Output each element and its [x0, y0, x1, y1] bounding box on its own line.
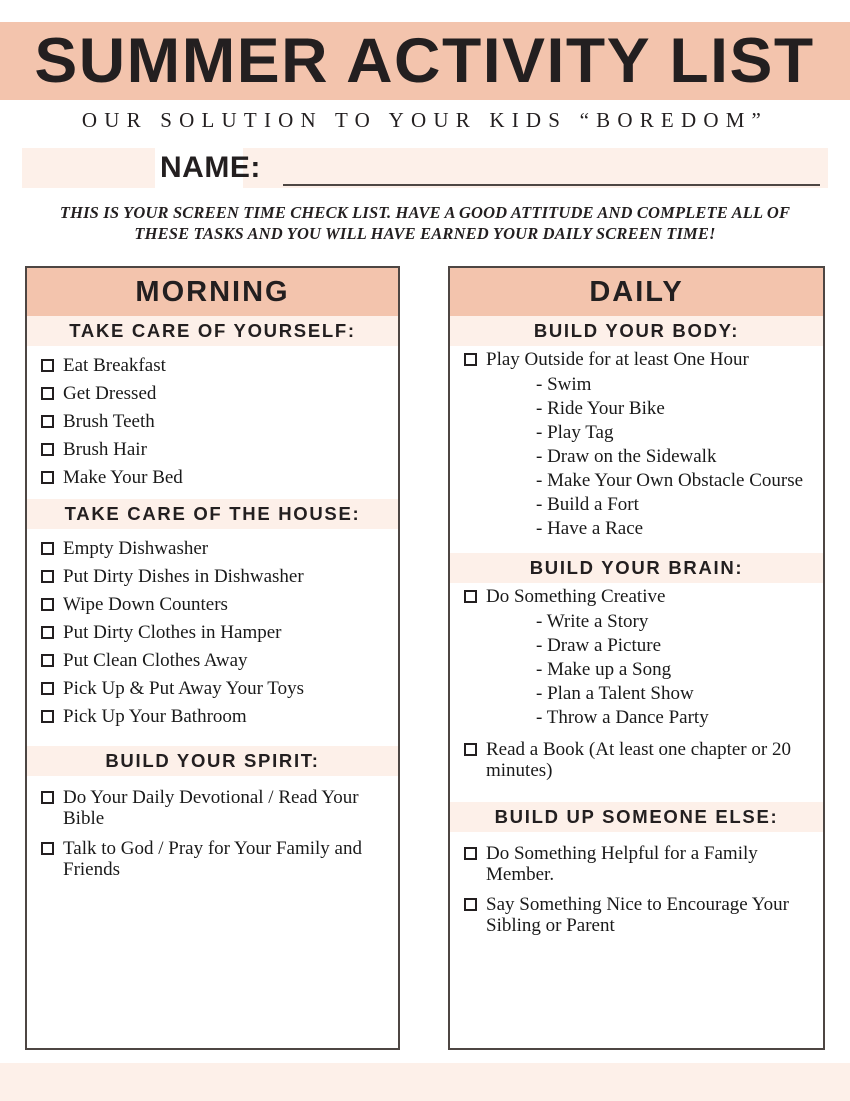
- checklist-subitem: - Write a Story: [536, 611, 649, 632]
- instructions-text: THIS IS YOUR SCREEN TIME CHECK LIST. HAV…: [59, 203, 791, 243]
- checklist-item[interactable]: Put Dirty Clothes in Hamper: [41, 622, 390, 643]
- checkbox-icon[interactable]: [41, 842, 54, 855]
- checklist-item-label: Brush Teeth: [63, 411, 155, 432]
- checklist-item-label: Read a Book (At least one chapter or 20 …: [486, 739, 791, 781]
- checklist-item-label: Say Something Nice to Encourage Your Sib…: [486, 894, 789, 936]
- checkbox-icon[interactable]: [41, 570, 54, 583]
- section-heading-build-your-body: BUILD YOUR BODY:: [450, 316, 823, 346]
- column-header-morning: MORNING: [27, 268, 398, 316]
- checkbox-icon[interactable]: [41, 598, 54, 611]
- checkbox-icon[interactable]: [41, 710, 54, 723]
- checklist-item[interactable]: Do Something Creative: [464, 586, 815, 607]
- section-items-build-up-someone-else: Do Something Helpful for a Family Member…: [450, 832, 823, 949]
- checklist-subitem: - Make up a Song: [536, 659, 672, 680]
- page-subtitle: OUR SOLUTION TO YOUR KIDS “BOREDOM”: [81, 108, 769, 132]
- checkbox-icon[interactable]: [41, 682, 54, 695]
- checkbox-icon[interactable]: [41, 542, 54, 555]
- checklist-item-label: Empty Dishwasher: [63, 538, 209, 559]
- column-body: TAKE CARE OF YOURSELF: Eat Breakfast Get…: [27, 316, 398, 893]
- checklist-item-label: Wipe Down Counters: [63, 594, 228, 615]
- checklist-item-label: Brush Hair: [63, 439, 147, 460]
- checkbox-icon[interactable]: [41, 654, 54, 667]
- checklist-subitem: - Play Tag: [536, 422, 614, 443]
- section-items-build-your-body: Play Outside for at least One Hour - Swi…: [450, 349, 823, 545]
- checklist-item[interactable]: Get Dressed: [41, 383, 390, 404]
- checklist-item[interactable]: Pick Up Your Bathroom: [41, 706, 390, 727]
- section-items-build-your-brain: Do Something Creative - Write a Story - …: [450, 586, 823, 794]
- page-title: SUMMER ACTIVITY LIST: [34, 25, 816, 96]
- checklist-item-label: Put Dirty Clothes in Hamper: [63, 622, 282, 643]
- section-items-take-care-of-the-house: Empty Dishwasher Put Dirty Dishes in Dis…: [27, 529, 398, 738]
- name-input-line[interactable]: [283, 184, 820, 186]
- checklist-item-label: Do Your Daily Devotional / Read Your Bib…: [63, 787, 359, 829]
- checklist-item[interactable]: Do Something Helpful for a Family Member…: [464, 843, 815, 885]
- checklist-item-label: Play Outside for at least One Hour: [486, 349, 749, 370]
- checkbox-icon[interactable]: [464, 353, 477, 366]
- column-morning: MORNING TAKE CARE OF YOURSELF: Eat Break…: [25, 266, 400, 1050]
- checklist-item[interactable]: Talk to God / Pray for Your Family and F…: [41, 838, 390, 880]
- checkbox-icon[interactable]: [41, 443, 54, 456]
- checklist-subitem: - Throw a Dance Party: [536, 707, 709, 728]
- checklist-item[interactable]: Brush Teeth: [41, 411, 390, 432]
- checklist-item-label: Put Clean Clothes Away: [63, 650, 248, 671]
- checkbox-icon[interactable]: [464, 590, 477, 603]
- column-title: MORNING: [135, 275, 290, 308]
- name-label: NAME:: [160, 151, 261, 184]
- checklist-subitem: - Ride Your Bike: [536, 398, 665, 419]
- checklist-item-label: Pick Up & Put Away Your Toys: [63, 678, 304, 699]
- column-title: DAILY: [589, 275, 684, 308]
- checklist-item-label: Put Dirty Dishes in Dishwasher: [63, 566, 304, 587]
- checklist-item-label: Get Dressed: [63, 383, 157, 404]
- checklist-subitem: - Plan a Talent Show: [536, 683, 694, 704]
- checklist-item-label: Talk to God / Pray for Your Family and F…: [63, 838, 362, 880]
- checklist-item-label: Pick Up Your Bathroom: [63, 706, 247, 727]
- footer-band: [0, 1063, 850, 1101]
- checklist-subitem: - Draw on the Sidewalk: [536, 446, 717, 467]
- checklist-item[interactable]: Do Your Daily Devotional / Read Your Bib…: [41, 787, 390, 829]
- checklist-item[interactable]: Read a Book (At least one chapter or 20 …: [464, 739, 815, 781]
- checklist-item[interactable]: Put Dirty Dishes in Dishwasher: [41, 566, 390, 587]
- checkbox-icon[interactable]: [41, 387, 54, 400]
- column-daily: DAILY BUILD YOUR BODY: Play Outside for …: [448, 266, 825, 1050]
- checkbox-icon[interactable]: [41, 359, 54, 372]
- checkbox-icon[interactable]: [464, 898, 477, 911]
- checklist-item[interactable]: Say Something Nice to Encourage Your Sib…: [464, 894, 815, 936]
- section-heading-build-your-spirit: BUILD YOUR SPIRIT:: [27, 746, 398, 776]
- checklist-item-label: Do Something Helpful for a Family Member…: [486, 843, 758, 885]
- column-header-daily: DAILY: [450, 268, 823, 316]
- checklist-item[interactable]: Eat Breakfast: [41, 355, 390, 376]
- checklist-subitem: - Make Your Own Obstacle Course: [536, 470, 804, 491]
- checklist-item-label: Do Something Creative: [486, 586, 666, 607]
- checklist-subitem: - Have a Race: [536, 518, 644, 539]
- checklist-item[interactable]: Brush Hair: [41, 439, 390, 460]
- section-items-build-your-spirit: Do Your Daily Devotional / Read Your Bib…: [27, 776, 398, 893]
- worksheet-page: SUMMER ACTIVITY LIST OUR SOLUTION TO YOU…: [0, 0, 850, 1101]
- title-band: SUMMER ACTIVITY LIST: [0, 22, 850, 100]
- checklist-item[interactable]: Wipe Down Counters: [41, 594, 390, 615]
- checkbox-icon[interactable]: [464, 847, 477, 860]
- section-heading-take-care-of-the-house: TAKE CARE OF THE HOUSE:: [27, 499, 398, 529]
- checkbox-icon[interactable]: [41, 791, 54, 804]
- checklist-item[interactable]: Make Your Bed: [41, 467, 390, 488]
- checklist-item[interactable]: Put Clean Clothes Away: [41, 650, 390, 671]
- section-items-take-care-of-yourself: Eat Breakfast Get Dressed Brush Teeth Br…: [27, 346, 398, 499]
- checklist-item[interactable]: Play Outside for at least One Hour: [464, 349, 815, 370]
- checklist-item[interactable]: Empty Dishwasher: [41, 538, 390, 559]
- checklist-subitem: - Draw a Picture: [536, 635, 662, 656]
- checklist-subitem: - Build a Fort: [536, 494, 639, 515]
- checklist-item[interactable]: Pick Up & Put Away Your Toys: [41, 678, 390, 699]
- checklist-item-label: Make Your Bed: [63, 467, 183, 488]
- checkbox-icon[interactable]: [464, 743, 477, 756]
- section-heading-build-up-someone-else: BUILD UP SOMEONE ELSE:: [450, 802, 823, 832]
- column-body: BUILD YOUR BODY: Play Outside for at lea…: [450, 316, 823, 949]
- name-band: [22, 148, 828, 188]
- checkbox-icon[interactable]: [41, 626, 54, 639]
- checkbox-icon[interactable]: [41, 471, 54, 484]
- section-heading-take-care-of-yourself: TAKE CARE OF YOURSELF:: [27, 316, 398, 346]
- checklist-item-label: Eat Breakfast: [63, 355, 166, 376]
- checklist-subitem: - Swim: [536, 374, 592, 395]
- checkbox-icon[interactable]: [41, 415, 54, 428]
- section-heading-build-your-brain: BUILD YOUR BRAIN:: [450, 553, 823, 583]
